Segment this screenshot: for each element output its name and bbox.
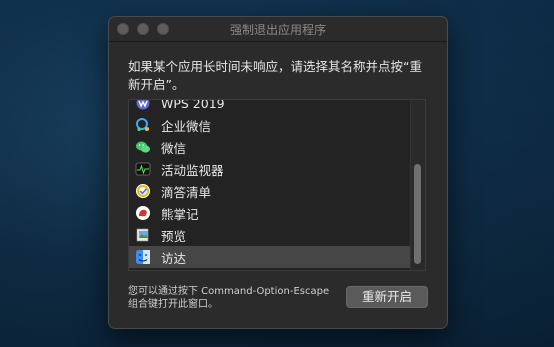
force-quit-window: 强制退出应用程序 如果某个应用长时间未响应，请选择其名称并点按“重新开启”。 W… [108,16,448,329]
instruction-text: 如果某个应用长时间未响应，请选择其名称并点按“重新开启”。 [128,59,422,92]
app-name: 熊掌记 [161,206,199,222]
shortcut-hint: 您可以通过按下 Command-Option-Escape 组合键打开此窗口。 [128,286,330,310]
app-name: 活动监视器 [161,162,224,178]
list-item-ticktick[interactable]: 滴答清单 [129,180,411,202]
list-item-wecom[interactable]: 企业微信 [129,114,411,136]
list-item-preview[interactable]: 预览 [129,224,411,246]
activity-monitor-icon [135,161,151,177]
ticktick-icon [135,183,151,199]
preview-icon [135,227,151,243]
relaunch-button[interactable]: 重新开启 [346,286,428,308]
wechat-icon [135,139,151,155]
app-name: 预览 [161,228,187,244]
app-list[interactable]: WPS 2019 企业微信 微信 活动监视器 滴答清单 熊掌记 预览 访达 [128,99,426,271]
title-bar: 强制退出应用程序 [109,17,447,42]
list-item-finder[interactable]: 访达 [129,246,411,268]
window-title: 强制退出应用程序 [229,23,326,37]
list-item-wps[interactable]: WPS 2019 [129,99,411,114]
app-name: 滴答清单 [161,184,212,200]
bear-icon [135,205,151,221]
app-name: 微信 [161,140,187,156]
app-name: 企业微信 [161,118,212,134]
list-item-wechat[interactable]: 微信 [129,136,411,158]
app-list-rows: WPS 2019 企业微信 微信 活动监视器 滴答清单 熊掌记 预览 访达 [129,99,411,268]
finder-icon [135,249,151,265]
list-scrollbar[interactable] [410,100,425,270]
wecom-icon [135,117,151,133]
app-name: 访达 [161,250,187,266]
scrollbar-thumb[interactable] [414,164,421,264]
app-name: WPS 2019 [161,99,225,111]
list-item-bear[interactable]: 熊掌记 [129,202,411,224]
wps-icon [135,100,151,111]
list-item-activity-monitor[interactable]: 活动监视器 [129,158,411,180]
